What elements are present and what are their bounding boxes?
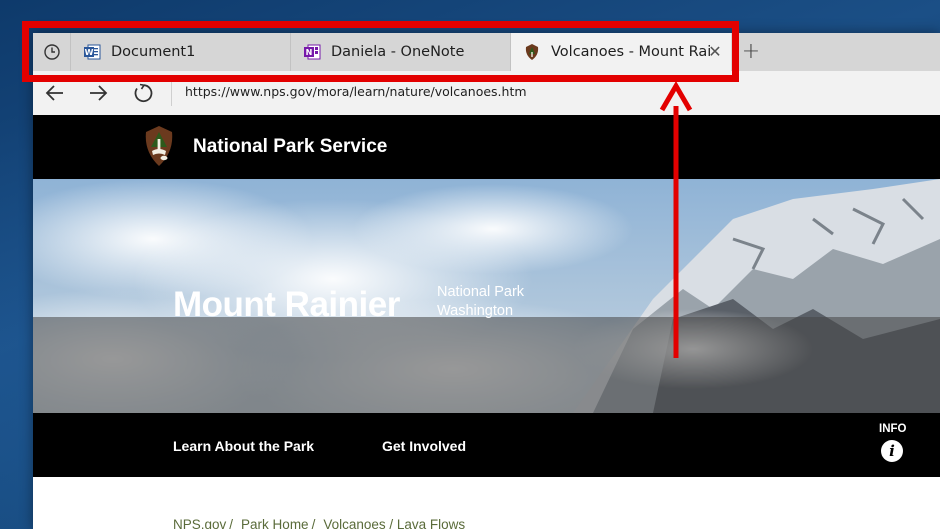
- arrow-left-icon: [45, 85, 63, 101]
- site-header: National Park Service: [33, 115, 940, 179]
- park-title-band: [33, 317, 940, 413]
- arrow-right-icon: [90, 85, 108, 101]
- nav-get-involved[interactable]: Get Involved: [382, 438, 466, 454]
- new-tab-button[interactable]: +: [737, 38, 765, 66]
- breadcrumb-nps-gov[interactable]: NPS.gov: [173, 517, 226, 529]
- toolbar-divider: [171, 80, 172, 106]
- info-label[interactable]: INFO: [879, 423, 906, 435]
- breadcrumb-separator: /: [311, 517, 316, 529]
- refresh-icon: [134, 83, 153, 102]
- web-page: National Park Service Mount Rainier Nati…: [33, 115, 940, 529]
- browser-window: W Document1 N Daniela - OneNote Volcanoe…: [33, 33, 940, 529]
- info-icon[interactable]: i: [881, 440, 903, 462]
- address-bar[interactable]: https://www.nps.gov/mora/learn/nature/vo…: [185, 84, 527, 99]
- breadcrumb: NPS.gov / Park Home / Volcanoes / Lava Flows: [173, 517, 465, 529]
- refresh-button[interactable]: [129, 79, 157, 107]
- breadcrumb-volcanoes[interactable]: Volcanoes / Lava Flows: [323, 517, 465, 529]
- park-navigation: Learn About the Park Get Involved INFO i: [33, 413, 940, 477]
- site-title[interactable]: National Park Service: [193, 136, 387, 158]
- nav-learn-about-the-park[interactable]: Learn About the Park: [173, 438, 314, 454]
- park-state: Washington: [437, 303, 514, 319]
- back-button[interactable]: [41, 79, 69, 107]
- park-type: National Park: [437, 284, 525, 300]
- annotation-highlight-box: [22, 21, 739, 82]
- park-designation: National Park Washington: [437, 283, 524, 321]
- breadcrumb-separator: /: [229, 517, 234, 529]
- breadcrumb-park-home[interactable]: Park Home: [241, 517, 309, 529]
- forward-button[interactable]: [84, 79, 112, 107]
- nps-arrowhead-logo[interactable]: [143, 125, 175, 167]
- park-name[interactable]: Mount Rainier: [173, 285, 400, 325]
